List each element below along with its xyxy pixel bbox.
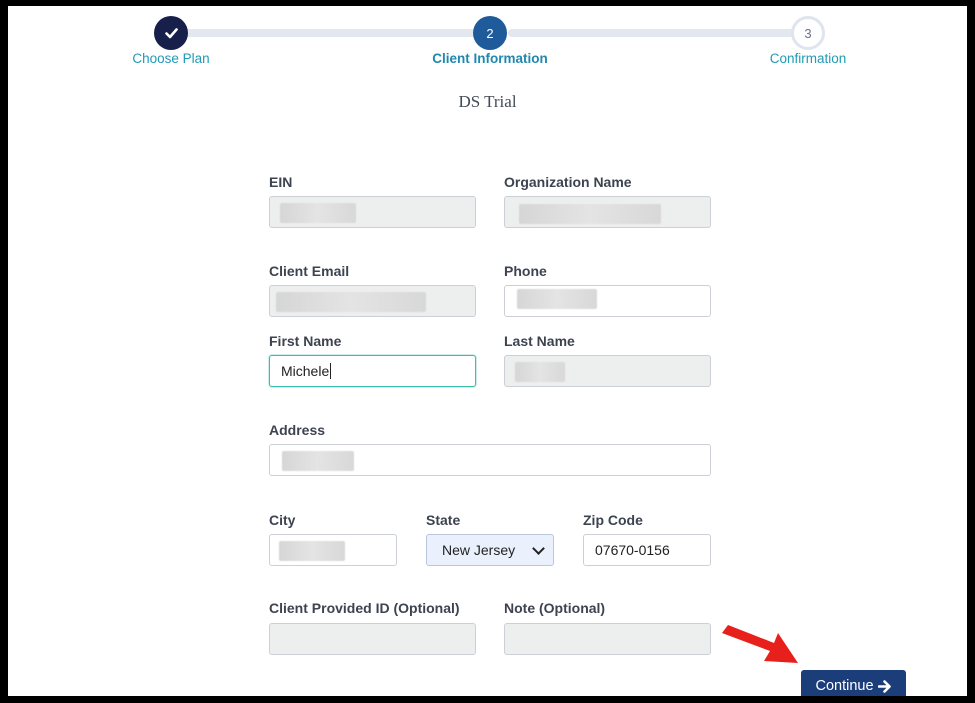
organization-name-field[interactable] [504,196,711,228]
note-field[interactable] [504,623,711,655]
redacted-value [276,292,426,312]
continue-label: Continue [815,678,874,694]
zip-code-input[interactable]: 07670-0156 [583,534,711,566]
client-email-label: Client Email [269,263,350,279]
step-number: 3 [804,25,812,41]
step-label-choose-plan[interactable]: Choose Plan [132,51,209,66]
zip-code-label: Zip Code [583,512,643,528]
redacted-value [279,541,345,561]
stepper-line-2 [508,29,810,37]
text-cursor [330,363,332,379]
step-number: 2 [486,25,494,41]
ein-field[interactable] [269,196,476,228]
step-label-confirmation[interactable]: Confirmation [770,51,847,66]
red-arrow-icon [722,625,798,663]
redacted-value [515,362,565,382]
stepper-line-1 [180,29,492,37]
redacted-value [280,203,356,223]
step-confirmation-circle[interactable]: 3 [791,16,825,50]
state-label: State [426,512,461,528]
client-provided-id-field[interactable] [269,623,476,655]
phone-field[interactable] [504,285,711,317]
last-name-label: Last Name [504,333,575,349]
step-client-information-circle[interactable]: 2 [473,16,507,50]
ein-label: EIN [269,174,293,190]
organization-name-label: Organization Name [504,174,632,190]
redacted-value [517,289,597,309]
redacted-value [519,204,661,224]
first-name-input[interactable]: Michele [269,355,476,387]
client-provided-id-label: Client Provided ID (Optional) [269,600,460,616]
checkmark-icon [164,27,178,38]
page-title: DS Trial [458,92,517,111]
note-label: Note (Optional) [504,600,606,616]
step-label-client-information[interactable]: Client Information [432,51,548,66]
state-select[interactable]: New Jersey [426,534,554,566]
last-name-field[interactable] [504,355,711,387]
city-input[interactable] [269,534,397,566]
address-label: Address [269,422,326,438]
continue-button[interactable]: Continue [801,670,906,696]
phone-label: Phone [504,263,547,279]
city-label: City [269,512,296,528]
page: 2 3 Choose Plan Client Information Confi… [8,6,967,696]
client-email-field[interactable] [269,285,476,317]
chevron-down-icon [532,541,545,555]
arrow-right-icon [877,679,891,693]
redacted-value [282,451,354,471]
first-name-label: First Name [269,333,342,349]
step-choose-plan-circle[interactable] [154,16,188,50]
address-input[interactable] [269,444,711,476]
